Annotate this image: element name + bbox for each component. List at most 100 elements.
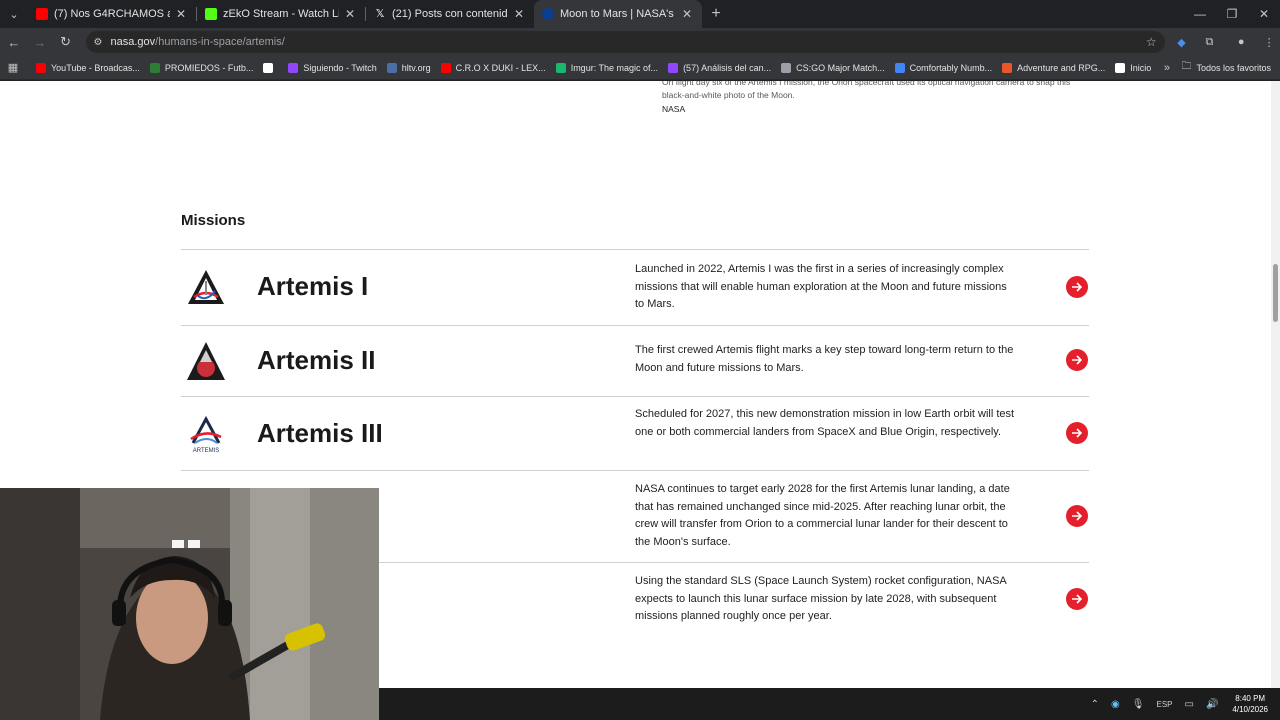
bookmark-item[interactable]: C.R.O X DUKI - LEX... [440,62,546,73]
bookmark-label: C.R.O X DUKI - LEX... [455,62,546,73]
browser-tab-1[interactable]: (7) Nos G4RCHAMOS a TODOS ✕ [28,0,196,28]
bookmark-item[interactable]: CS:GO Major Match... [781,62,885,73]
extensions-puzzle-icon[interactable]: ⧉ [1198,34,1220,50]
mission-description: The first crewed Artemis flight marks a … [635,344,1014,374]
bookmark-favicon-icon [555,62,566,73]
reload-icon[interactable]: ↻ [54,34,78,50]
bookmark-item[interactable]: PROMIEDOS - Futb... [149,62,254,73]
image-caption: On flight day six of the Artemis I missi… [662,81,1071,100]
mission-name[interactable]: Artemis I [257,271,368,302]
tab-search-button[interactable]: ⌄ [0,0,28,28]
new-tab-button[interactable]: + [702,0,730,28]
artemis-ii-patch-icon [187,342,225,380]
mission-name[interactable]: Artemis III [257,418,383,449]
site-info-icon[interactable]: ⚙ [94,37,103,48]
bookmark-favicon-icon [1002,62,1013,73]
language-indicator[interactable]: ESP [1156,700,1172,709]
bookmark-favicon-icon [781,62,792,73]
bookmark-label: Siguiendo - Twitch [303,62,377,73]
tab-title: (21) Posts con contenido multi [392,8,508,20]
microphone-icon[interactable]: 🎙 [1132,699,1145,710]
bookmark-item[interactable] [263,62,278,73]
bookmark-favicon-icon [263,62,274,73]
clock[interactable]: 8:40 PM 4/10/2026 [1232,693,1268,715]
browser-tab-4-active[interactable]: Moon to Mars | NASA's Artemi ✕ [534,0,702,28]
bookmark-label: CS:GO Major Match... [796,62,885,73]
taskbar: ⌃ ◉ 🎙 ESP ▭ 🔊 8:40 PM 4/10/2026 [379,688,1280,720]
chevron-up-icon[interactable]: ⌃ [1091,699,1099,710]
streamer-webcam-image [0,488,379,720]
bookmark-favicon-icon [1115,62,1126,73]
browser-tab-2[interactable]: zEkO Stream - Watch Live on Ki ✕ [197,0,365,28]
bookmark-label: (57) Análisis del can... [683,62,772,73]
menu-kebab-icon[interactable]: ⋮ [1258,34,1280,50]
close-tab-icon[interactable]: ✕ [512,7,526,21]
bookmark-label: hltv.org [401,62,431,73]
bookmark-favicon-icon [440,62,451,73]
bookmark-label: Adventure and RPG... [1017,62,1106,73]
bookmark-item[interactable]: Siguiendo - Twitch [288,62,377,73]
minimize-icon[interactable]: — [1184,0,1216,28]
window-controls: — ❐ ✕ [1184,0,1280,28]
mission-description: Using the standard SLS (Space Launch Sys… [635,575,1007,622]
forward-arrow-icon[interactable]: → [28,35,52,50]
missions-heading: Missions [181,212,246,229]
more-bookmarks-icon[interactable]: » [1164,62,1170,74]
scrollbar-thumb[interactable] [1273,264,1278,322]
mission-row-artemis-ii[interactable]: Artemis II The first crewed Artemis flig… [181,325,1089,396]
url-path: /humans-in-space/artemis/ [155,36,285,48]
bookmark-label: Imgur: The magic of... [570,62,659,73]
nasa-favicon-icon [542,8,554,20]
close-tab-icon[interactable]: ✕ [174,7,188,21]
system-tray: ⌃ ◉ 🎙 ESP ▭ 🔊 [1079,699,1219,710]
bookmark-label: Inicio [1130,62,1152,73]
close-tab-icon[interactable]: ✕ [680,7,694,21]
browser-tab-3[interactable]: 𝕏 (21) Posts con contenido multi ✕ [366,0,534,28]
page-scrollbar[interactable] [1271,81,1280,688]
bookmark-item[interactable]: Comfortably Numb... [894,62,992,73]
close-tab-icon[interactable]: ✕ [343,7,357,21]
extension-icon[interactable]: ◆ [1171,34,1193,50]
address-bar[interactable]: ⚙ nasa.gov /humans-in-space/artemis/ ☆ [85,31,1165,53]
network-icon[interactable]: ▭ [1185,699,1194,710]
mission-row-artemis-i[interactable]: Artemis I Launched in 2022, Artemis I wa… [181,249,1089,325]
arrow-right-icon[interactable] [1066,588,1088,610]
restore-icon[interactable]: ❐ [1216,0,1248,28]
arrow-right-icon[interactable] [1066,276,1088,298]
bookmark-item[interactable]: Imgur: The magic of... [555,62,659,73]
bookmark-item[interactable]: YouTube - Broadcas... [36,62,140,73]
bookmark-label: YouTube - Broadcas... [51,62,140,73]
bookmark-item[interactable]: (57) Análisis del can... [668,62,772,73]
mission-description: NASA continues to target early 2028 for … [635,483,1010,548]
arrow-right-icon[interactable] [1066,349,1088,371]
bookmark-label: PROMIEDOS - Futb... [164,62,254,73]
bookmarks-bar: ▦ YouTube - Broadcas... PROMIEDOS - Futb.… [0,56,1280,80]
clock-date: 4/10/2026 [1232,705,1268,714]
arrow-right-icon[interactable] [1066,422,1088,444]
tab-title: (7) Nos G4RCHAMOS a TODOS [54,8,170,20]
bookmark-item[interactable]: Inicio [1115,62,1152,73]
volume-icon[interactable]: 🔊 [1206,699,1218,710]
browser-toolbar: ← → ↻ ⚙ nasa.gov /humans-in-space/artemi… [0,28,1280,56]
clock-time: 8:40 PM [1235,694,1266,703]
image-credit: NASA [662,104,686,114]
mission-name[interactable]: Artemis II [257,345,376,376]
profile-avatar-icon[interactable]: ● [1230,34,1252,50]
steam-icon[interactable]: ◉ [1111,699,1120,710]
bookmark-favicon-icon [386,62,397,73]
bookmark-item[interactable]: hltv.org [386,62,431,73]
apps-grid-icon[interactable]: ▦ [0,61,26,74]
all-favorites-label: Todos los favoritos [1196,62,1271,73]
all-favorites-folder[interactable]: 🗀 Todos los favoritos [1181,59,1271,76]
mission-description: Scheduled for 2027, this new demonstrati… [635,408,1015,438]
back-arrow-icon[interactable]: ← [2,35,26,50]
arrow-right-icon[interactable] [1066,505,1088,527]
bookmark-item[interactable]: Adventure and RPG... [1002,62,1106,73]
mission-row-artemis-iii[interactable]: ARTEMIS Artemis III Scheduled for 2027, … [181,396,1089,470]
tab-strip: ⌄ (7) Nos G4RCHAMOS a TODOS ✕ zEkO Strea… [0,0,1280,28]
url-domain: nasa.gov [110,36,156,48]
bookmark-star-icon[interactable]: ☆ [1146,35,1157,49]
close-window-icon[interactable]: ✕ [1248,0,1280,28]
youtube-favicon-icon [36,8,48,20]
bookmark-favicon-icon [36,62,46,73]
